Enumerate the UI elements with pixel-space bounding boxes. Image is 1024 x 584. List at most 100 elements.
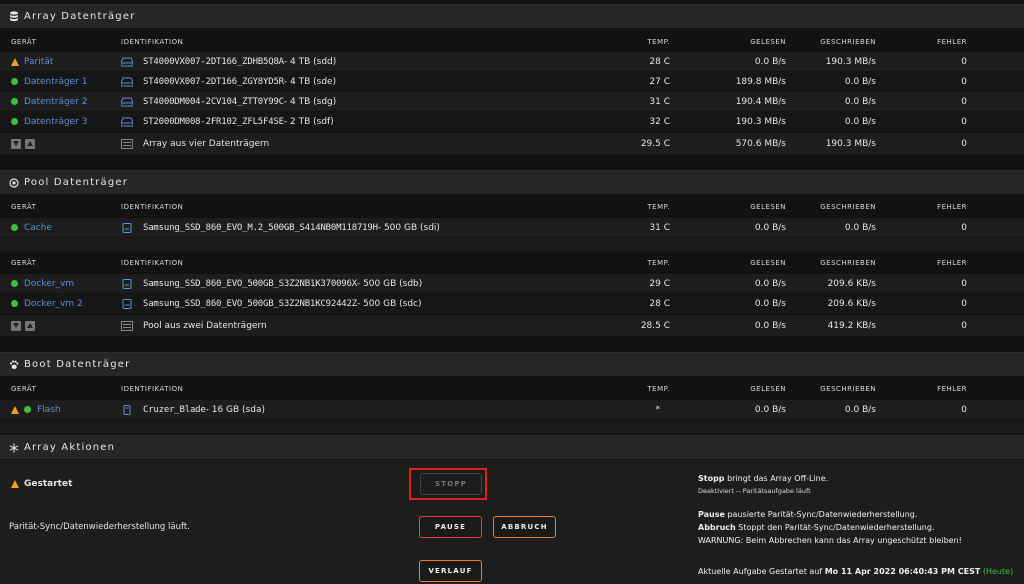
cancel-button[interactable]: ABBRUCH [493, 516, 556, 538]
disk-write: 209.6 KB/s [827, 298, 876, 309]
device-link-disk3[interactable]: Datenträger 3 [24, 117, 88, 127]
disk-read: 189.8 MB/s [735, 76, 786, 87]
pool-summary-row: Pool aus zwei Datenträgern 28.5 C 0.0 B/… [0, 315, 1024, 337]
cancel-help-text: Stoppt den Parität-Sync/Datenwiederherst… [735, 523, 935, 532]
spacer-row [0, 420, 1024, 434]
col-device: GERÄT [11, 38, 37, 46]
disk-errors: 0 [961, 76, 967, 87]
paw-icon [8, 359, 20, 371]
summary-errors: 0 [961, 320, 967, 331]
task-prefix: Aktuelle Aufgabe Gestartet auf [698, 567, 825, 576]
disk-write: 0.0 B/s [844, 404, 876, 415]
disk-id: ST4000DM004-2CV104_ZTT0Y99C [143, 96, 284, 107]
array-state: Gestartet [11, 479, 72, 489]
disk-temp: 31 C [649, 222, 670, 233]
disk-write: 0.0 B/s [844, 222, 876, 233]
col-errors: FEHLER [937, 385, 967, 393]
disk-id: Cruzer_Blade [143, 404, 206, 415]
col-identification: IDENTIFIKATION [121, 203, 184, 211]
disk-size: - 500 GB (sdi) [377, 222, 440, 233]
disk-errors: 0 [961, 404, 967, 415]
device-link-disk2[interactable]: Datenträger 2 [24, 97, 88, 107]
disk-read: 0.0 B/s [754, 56, 786, 67]
col-temp: TEMP. [647, 259, 670, 267]
stop-help-sub: Deaktiviert -- Paritätsaufgabe läuft [698, 487, 811, 495]
table-row: Docker_vm Samsung_SSD_860_EVO_500GB_S3Z2… [0, 274, 1024, 294]
disk-errors: 0 [961, 278, 967, 289]
status-ok-icon [11, 78, 18, 85]
disk-errors: 0 [961, 222, 967, 233]
expand-up-icon[interactable] [25, 320, 35, 331]
col-temp: TEMP. [647, 385, 670, 393]
expand-up-icon[interactable] [25, 138, 35, 149]
disk-id: Samsung_SSD_860_EVO_500GB_S3Z2NB1KC92442… [143, 298, 357, 309]
warning-icon [11, 57, 19, 66]
disk-size: - 4 TB (sdd) [283, 56, 337, 67]
disk-errors: 0 [961, 298, 967, 309]
sync-status-text: Parität-Sync/Datenwiederherstellung läuf… [9, 522, 190, 532]
hdd-icon [121, 117, 133, 126]
pause-button[interactable]: PAUSE [419, 516, 482, 538]
disk-size: - 500 GB (sdc) [356, 298, 422, 309]
status-ok-icon [11, 280, 18, 287]
device-link-disk1[interactable]: Datenträger 1 [24, 77, 88, 87]
disk-temp: 32 C [649, 116, 670, 127]
table-row: Datenträger 2 ST4000DM004-2CV104_ZTT0Y99… [0, 92, 1024, 112]
status-ok-icon [24, 406, 31, 413]
col-temp: TEMP. [647, 38, 670, 46]
status-ok-icon [11, 224, 18, 231]
pool-table-header: GERÄT IDENTIFIKATION TEMP. GELESEN GESCH… [0, 197, 1024, 217]
table-row: Datenträger 3 ST2000DM008-2FR102_ZFL5F4S… [0, 112, 1024, 132]
actions-section-header: Array Aktionen [0, 435, 1024, 459]
disk-read: 190.3 MB/s [735, 116, 786, 127]
disk-errors: 0 [961, 56, 967, 67]
disk-temp: 27 C [649, 76, 670, 87]
disk-write: 0.0 B/s [844, 96, 876, 107]
device-link-parity[interactable]: Parität [24, 57, 53, 67]
stop-button[interactable]: STOPP [420, 473, 482, 495]
col-read: GELESEN [750, 385, 786, 393]
summary-temp: 28.5 C [640, 320, 670, 331]
status-ok-icon [11, 98, 18, 105]
stop-help: Stopp bringt das Array Off-Line. [698, 474, 828, 483]
history-button[interactable]: VERLAUF [419, 560, 482, 582]
col-errors: FEHLER [937, 259, 967, 267]
device-link-flash[interactable]: Flash [37, 405, 61, 415]
array-summary-label: Array aus vier Datenträgern [143, 138, 270, 149]
current-task: Aktuelle Aufgabe Gestartet auf Mo 11 Apr… [698, 567, 1013, 576]
array-summary-row: Array aus vier Datenträgern 29.5 C 570.6… [0, 133, 1024, 155]
summary-temp: 29.5 C [640, 138, 670, 149]
disk-temp: 28 C [649, 56, 670, 67]
boot-table-header: GERÄT IDENTIFIKATION TEMP. GELESEN GESCH… [0, 379, 1024, 399]
array-section-title: Array Datenträger [24, 11, 136, 22]
summary-write: 190.3 MB/s [825, 138, 876, 149]
hdd-icon [121, 57, 133, 66]
warning-icon [11, 480, 19, 488]
summary-errors: 0 [961, 138, 967, 149]
col-device: GERÄT [11, 203, 37, 211]
device-link-docker-vm-2[interactable]: Docker_vm 2 [24, 299, 83, 309]
disk-id: ST2000DM008-2FR102_ZFL5F4SE [143, 116, 284, 127]
array-state-label: Gestartet [24, 479, 73, 489]
disk-read: 0.0 B/s [754, 298, 786, 309]
disk-read: 0.0 B/s [754, 222, 786, 233]
disk-size: - 4 TB (sde) [283, 76, 337, 87]
summary-read: 0.0 B/s [754, 320, 786, 331]
disk-temp: 29 C [649, 278, 670, 289]
disk-errors: 0 [961, 116, 967, 127]
disk-size: - 4 TB (sdg) [283, 96, 337, 107]
collapse-down-icon[interactable] [11, 320, 21, 331]
col-device: GERÄT [11, 385, 37, 393]
hdd-icon [121, 97, 133, 106]
device-link-docker-vm[interactable]: Docker_vm [24, 279, 74, 289]
col-errors: FEHLER [937, 203, 967, 211]
stop-help-text: bringt das Array Off-Line. [724, 474, 829, 483]
database-icon [8, 11, 20, 23]
list-icon [121, 138, 133, 149]
status-ok-icon [11, 118, 18, 125]
device-link-cache[interactable]: Cache [24, 223, 52, 233]
array-table-header: GERÄT IDENTIFIKATION TEMP. GELESEN GESCH… [0, 32, 1024, 52]
status-ok-icon [11, 300, 18, 307]
collapse-down-icon[interactable] [11, 138, 21, 149]
col-write: GESCHRIEBEN [820, 385, 876, 393]
